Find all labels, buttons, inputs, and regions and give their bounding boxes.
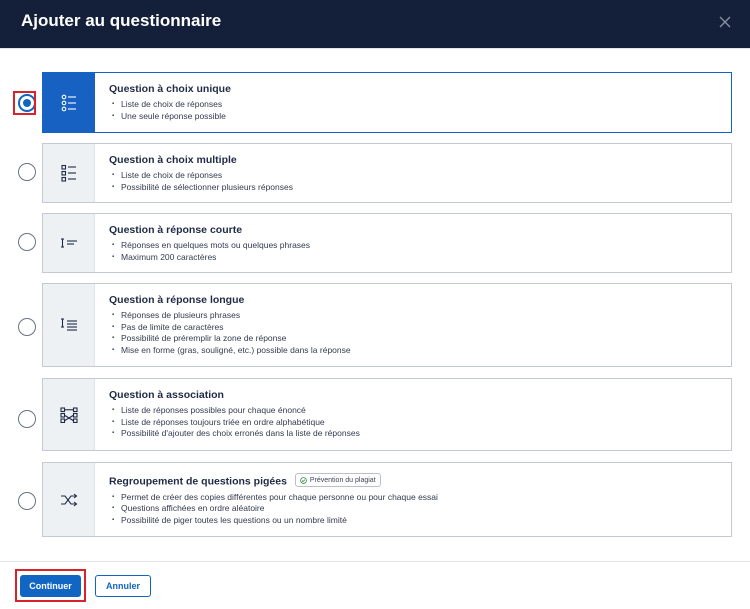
bullet: Réponses en quelques mots ou quelques ph… [109, 240, 721, 252]
dialog-header: Ajouter au questionnaire [0, 0, 750, 48]
radio-random-group[interactable] [18, 492, 36, 510]
option-bullets: Liste de réponses possibles pour chaque … [109, 405, 721, 440]
option-card-short-answer[interactable]: Question à réponse courte Réponses en qu… [42, 213, 732, 273]
option-card-matching[interactable]: Question à association Liste de réponses… [42, 378, 732, 451]
bullet: Pas de limite de caractères [109, 322, 721, 334]
option-title: Regroupement de questions pigées Prévent… [109, 473, 721, 489]
header-divider [0, 48, 750, 49]
shuffle-icon [43, 463, 95, 536]
footer-divider [0, 561, 750, 562]
multiple-choice-icon [43, 144, 95, 202]
radio-short-answer[interactable] [18, 233, 36, 251]
plagiarism-badge: Prévention du plagiat [294, 473, 381, 487]
bullet: Possibilité de préremplir la zone de rép… [109, 333, 721, 345]
single-choice-icon [43, 73, 95, 132]
bullet: Possibilité de piger toutes les question… [109, 515, 721, 527]
matching-icon [43, 379, 95, 450]
bullet: Réponses de plusieurs phrases [109, 310, 721, 322]
option-title: Question à choix unique [109, 83, 231, 95]
close-icon[interactable] [717, 14, 733, 30]
option-card-long-answer[interactable]: Question à réponse longue Réponses de pl… [42, 283, 732, 367]
bullet: Une seule réponse possible [109, 111, 721, 123]
bullet: Maximum 200 caractères [109, 252, 721, 264]
short-answer-icon [43, 214, 95, 272]
option-bullets: Réponses en quelques mots ou quelques ph… [109, 240, 721, 263]
bullet: Possibilité de sélectionner plusieurs ré… [109, 182, 721, 194]
radio-long-answer[interactable] [18, 318, 36, 336]
option-card-random-group[interactable]: Regroupement de questions pigées Prévent… [42, 462, 732, 537]
long-answer-icon [43, 284, 95, 366]
option-bullets: Liste de choix de réponses Une seule rép… [109, 99, 721, 122]
option-title: Question à réponse longue [109, 294, 245, 306]
bullet: Liste de choix de réponses [109, 170, 721, 182]
option-bullets: Liste de choix de réponses Possibilité d… [109, 170, 721, 193]
bullet: Permet de créer des copies différentes p… [109, 492, 721, 504]
option-bullets: Permet de créer des copies différentes p… [109, 492, 721, 527]
dialog-title: Ajouter au questionnaire [21, 11, 222, 30]
option-title: Question à réponse courte [109, 224, 243, 236]
bullet: Mise en forme (gras, souligné, etc.) pos… [109, 345, 721, 357]
cancel-button[interactable]: Annuler [95, 575, 151, 597]
badge-label: Prévention du plagiat [309, 476, 376, 484]
bullet: Questions affichées en ordre aléatoire [109, 503, 721, 515]
radio-highlight [13, 91, 36, 115]
option-title-text: Regroupement de questions pigées [109, 475, 287, 488]
bullet: Possibilité d'ajouter des choix erronés … [109, 428, 721, 440]
option-bullets: Réponses de plusieurs phrases Pas de lim… [109, 310, 721, 356]
option-title: Question à association [109, 389, 224, 401]
option-title: Question à choix multiple [109, 154, 237, 166]
option-card-multiple-choice[interactable]: Question à choix multiple Liste de choix… [42, 143, 732, 203]
bullet: Liste de réponses possibles pour chaque … [109, 405, 721, 417]
bullet: Liste de choix de réponses [109, 99, 721, 111]
option-card-single-choice[interactable]: Question à choix unique Liste de choix d… [42, 72, 732, 133]
bullet: Liste de réponses toujours triée en ordr… [109, 417, 721, 429]
continue-button[interactable]: Continuer [20, 575, 81, 597]
radio-multiple-choice[interactable] [18, 163, 36, 181]
radio-matching[interactable] [18, 410, 36, 428]
check-circle-icon [300, 476, 307, 484]
